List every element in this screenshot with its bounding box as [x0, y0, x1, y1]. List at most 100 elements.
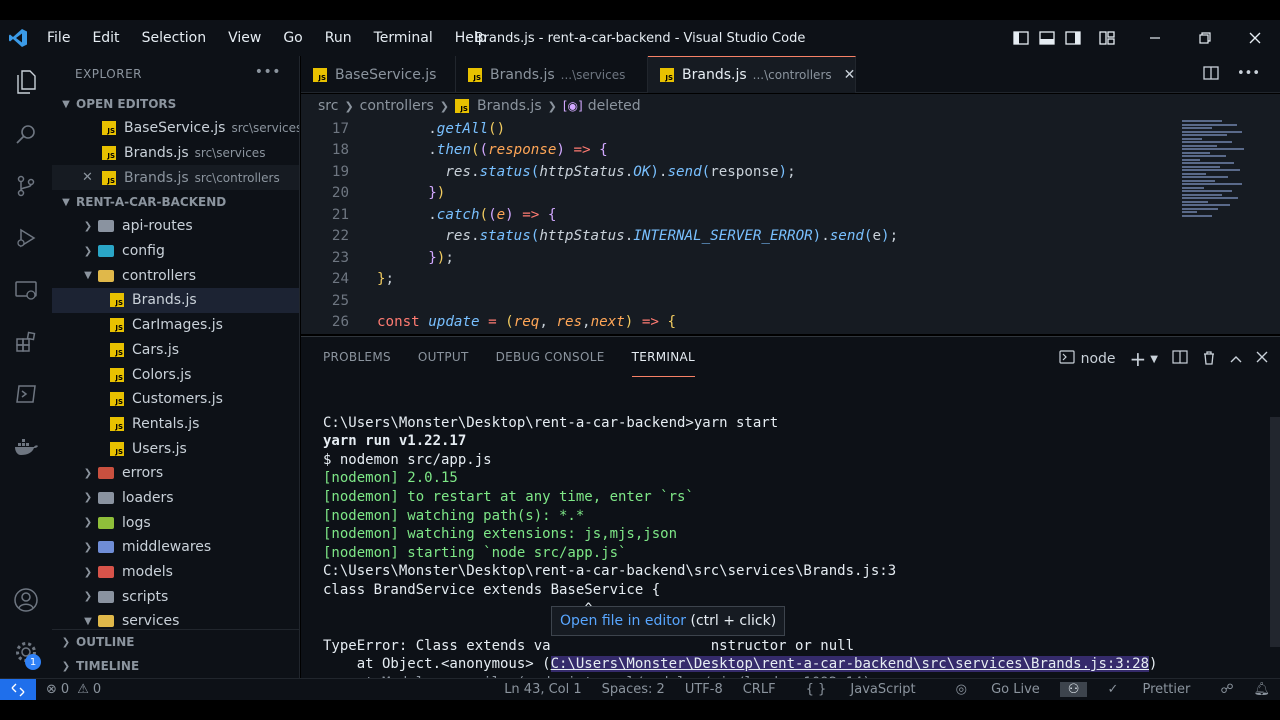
file-colors-js[interactable]: JS Colors.js	[52, 362, 299, 387]
explorer-icon[interactable]	[0, 56, 52, 108]
scripts-folder-icon	[98, 590, 114, 603]
breadcrumb-controllers[interactable]: controllers	[360, 98, 434, 114]
minimap[interactable]	[1180, 118, 1280, 334]
terminal-output[interactable]: C:\Users\Monster\Desktop\rent-a-car-back…	[323, 395, 1157, 720]
chevron-right-icon: ❯	[83, 467, 93, 479]
trash-icon[interactable]	[1202, 350, 1216, 369]
breadcrumb-symbol[interactable]: deleted	[588, 98, 641, 114]
feedback-icon[interactable]: ☍	[1210, 682, 1243, 697]
maximize-panel-icon[interactable]	[1230, 351, 1242, 367]
terminal-name[interactable]: node	[1081, 351, 1116, 367]
folder-logs[interactable]: ❯ logs	[52, 510, 299, 535]
manage-gear-icon[interactable]: 1	[0, 626, 52, 678]
source-control-icon[interactable]	[0, 160, 52, 212]
line-ending[interactable]: CRLF	[733, 682, 786, 697]
tab-label: Brands.js	[490, 66, 555, 83]
terminal-line: C:\Users\Monster\Desktop\rent-a-car-back…	[323, 414, 779, 431]
menu-terminal[interactable]: Terminal	[363, 30, 444, 46]
remote-explorer-icon[interactable]	[0, 264, 52, 316]
split-terminal-icon[interactable]	[1172, 350, 1188, 368]
open-editor-item[interactable]: JS BaseService.js src\services	[52, 116, 299, 141]
more-actions-icon[interactable]: •••	[255, 64, 281, 80]
accounts-icon[interactable]	[0, 574, 52, 626]
chevron-down-icon[interactable]: ▼	[1150, 354, 1158, 365]
close-window-icon[interactable]	[1230, 20, 1280, 56]
menu-file[interactable]: File	[36, 30, 81, 46]
split-editor-icon[interactable]	[1203, 66, 1219, 84]
stack-text: )	[1149, 656, 1158, 673]
folder-models[interactable]: ❯ models	[52, 560, 299, 585]
tab-brands-controllers[interactable]: JS Brands.js ...\controllers ✕	[648, 56, 856, 93]
copilot-icon[interactable]: ⚇	[1059, 682, 1088, 697]
open-editors-section[interactable]: ▼ OPEN EDITORS	[52, 92, 299, 116]
extensions-icon[interactable]	[0, 316, 52, 368]
remote-indicator-icon[interactable]	[0, 678, 36, 701]
menu-selection[interactable]: Selection	[131, 30, 218, 46]
folder-loaders[interactable]: ❯ loaders	[52, 486, 299, 511]
folder-errors[interactable]: ❯ errors	[52, 461, 299, 486]
js-file-icon: JS	[110, 392, 124, 407]
close-editor-icon[interactable]: ✕	[82, 170, 102, 185]
tab-terminal[interactable]: TERMINAL	[631, 337, 696, 377]
menu-edit[interactable]: Edit	[81, 30, 130, 46]
open-editor-item[interactable]: JS Brands.js src\services	[52, 141, 299, 166]
customize-layout-icon[interactable]	[1094, 20, 1120, 56]
menu-run[interactable]: Run	[314, 30, 363, 46]
status-right: Ln 43, Col 1 Spaces: 2 UTF-8 CRLF { } Ja…	[494, 679, 1280, 701]
run-debug-icon[interactable]	[0, 212, 52, 264]
new-terminal-icon[interactable]: +	[1130, 347, 1147, 371]
powershell-icon[interactable]	[0, 368, 52, 420]
more-actions-icon[interactable]: •••	[1237, 66, 1260, 84]
encoding[interactable]: UTF-8	[675, 682, 733, 697]
restore-icon[interactable]	[1180, 20, 1230, 56]
chevron-right-icon: ❯	[83, 220, 93, 232]
status-bar: ⊗ 0 ⚠ 0 Ln 43, Col 1 Spaces: 2 UTF-8 CRLF …	[0, 678, 1280, 701]
minimize-icon[interactable]	[1130, 20, 1180, 56]
breadcrumb-file[interactable]: Brands.js	[477, 98, 542, 114]
code-editor[interactable]: 17 .getAll() 18 .then((response) => { 19…	[301, 118, 1280, 334]
file-users-js[interactable]: JS Users.js	[52, 436, 299, 461]
tab-debug-console[interactable]: DEBUG CONSOLE	[496, 337, 605, 377]
file-customers-js[interactable]: JS Customers.js	[52, 387, 299, 412]
file-brands-js[interactable]: JS Brands.js	[52, 288, 299, 313]
toggle-primary-sidebar-icon[interactable]	[1008, 20, 1034, 56]
chevron-right-icon: ❯	[83, 541, 93, 553]
folder-middlewares[interactable]: ❯ middlewares	[52, 535, 299, 560]
file-link[interactable]: C:\Users\Monster\Desktop\rent-a-car-back…	[550, 656, 1150, 673]
folder-scripts[interactable]: ❯ scripts	[52, 584, 299, 609]
tab-problems[interactable]: PROBLEMS	[323, 337, 391, 377]
language-mode[interactable]: { } JavaScript	[786, 682, 936, 697]
tab-baseservice[interactable]: JS BaseService.js	[301, 56, 456, 93]
notifications-bell-icon[interactable]: 🔔︎	[1243, 682, 1280, 697]
breadcrumb-src[interactable]: src	[318, 98, 338, 114]
open-editor-item-active[interactable]: ✕ JS Brands.js src\controllers	[52, 165, 299, 191]
terminal-scrollbar[interactable]	[1270, 417, 1280, 647]
close-panel-icon[interactable]	[1256, 351, 1268, 367]
docker-icon[interactable]	[0, 420, 52, 472]
folder-config[interactable]: ❯ config	[52, 239, 299, 264]
timeline-section[interactable]: ❯ TIMELINE	[52, 654, 299, 678]
menu-help[interactable]: Help	[444, 30, 498, 46]
toggle-secondary-sidebar-icon[interactable]	[1060, 20, 1086, 56]
outline-section[interactable]: ❯ OUTLINE	[52, 630, 299, 654]
file-rentals-js[interactable]: JS Rentals.js	[52, 412, 299, 437]
menu-go[interactable]: Go	[272, 30, 313, 46]
errors-indicator[interactable]: ⊗ 0 ⚠ 0	[46, 682, 101, 697]
folder-api-routes[interactable]: ❯ api-routes	[52, 214, 299, 239]
prettier-button[interactable]: ✓ Prettier	[1087, 682, 1210, 697]
file-carimages-js[interactable]: JS CarImages.js	[52, 313, 299, 338]
tab-brands-services[interactable]: JS Brands.js ...\services	[456, 56, 648, 93]
toggle-panel-icon[interactable]	[1034, 20, 1060, 56]
close-tab-icon[interactable]: ✕	[844, 67, 856, 83]
tab-output[interactable]: OUTPUT	[418, 337, 469, 377]
search-icon[interactable]	[0, 108, 52, 160]
folder-controllers[interactable]: ▼ controllers	[52, 263, 299, 288]
file-cars-js[interactable]: JS Cars.js	[52, 338, 299, 363]
open-file-link[interactable]: Open file in editor	[560, 613, 686, 629]
project-section[interactable]: ▼ RENT-A-CAR-BACKEND	[52, 190, 299, 214]
file-label: Colors.js	[132, 366, 192, 383]
cursor-position[interactable]: Ln 43, Col 1	[494, 682, 591, 697]
go-live-button[interactable]: ◎ Go Live	[936, 682, 1060, 697]
menu-view[interactable]: View	[217, 30, 272, 46]
indentation[interactable]: Spaces: 2	[592, 682, 675, 697]
